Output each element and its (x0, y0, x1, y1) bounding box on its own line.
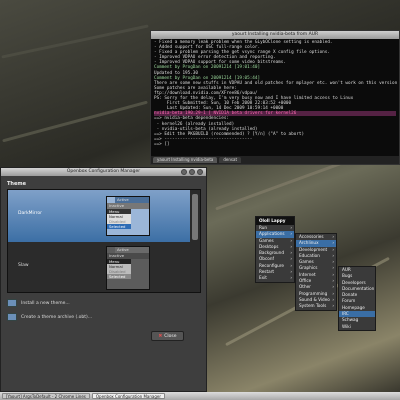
theme-list-scrollbar[interactable] (190, 190, 200, 292)
menu-item-label: Obconf (259, 256, 274, 262)
theme-item-slaw[interactable] (8, 242, 190, 292)
close-window-button[interactable] (197, 169, 203, 175)
create-archive-label: Create a theme archive (.obt)... (21, 314, 93, 320)
menu-item[interactable]: Wiki (339, 324, 375, 330)
menu-item-label: Wiki (342, 323, 351, 329)
menu-item-label: Accessories (299, 234, 324, 239)
taskbar-item[interactable]: Openbox Configuration Manager (91, 393, 165, 399)
menu-item-label: Background (259, 250, 284, 256)
root-menu[interactable]: Ololl Lappy Run › Applications › Games › Deskto… (255, 216, 295, 283)
menu-item-label: Donate (342, 292, 358, 298)
terminal-tab[interactable]: densat (219, 157, 242, 163)
menu-item-label: Reconfigure (259, 262, 284, 268)
menu-item-label: AUR (342, 267, 351, 272)
theme-name: Slaw (18, 263, 29, 268)
menu-item-label: Internet (299, 271, 316, 277)
archive-icon (7, 313, 17, 321)
archlinux-menu[interactable]: AUR Bugs Developers Documentation Donate Foru… (338, 266, 376, 331)
theme-list[interactable]: DarkMirror Slaw Active Inactive Menu Nor… (7, 189, 201, 293)
menu-item-label: Sound & Video (299, 296, 330, 302)
taskbar-item[interactable]: [Yaourt] ArgsToDefault - 2 Chrome Lines (2, 393, 90, 399)
menu-item-label: Homepage (342, 304, 365, 310)
terminal-window[interactable]: yaourt Installing nvidia-beta from AUR -… (150, 30, 400, 165)
minimize-button[interactable] (181, 169, 187, 175)
taskbar: [Yaourt] ArgsToDefault - 2 Chrome Lines … (0, 392, 400, 400)
theme-preview: Active Inactive Menu Normal Disabled Sel… (106, 196, 150, 236)
menu-item-label: Graphics (299, 265, 318, 271)
section-label: Theme (7, 181, 26, 187)
menu-item-label: Documentation (342, 285, 375, 291)
menu-item-label: Games (259, 237, 274, 243)
terminal-title: yaourt Installing nvidia-beta from AUR (231, 32, 319, 37)
menu-item-label: Schwag (342, 317, 359, 323)
terminal-titlebar[interactable]: yaourt Installing nvidia-beta from AUR (151, 31, 399, 39)
menu-item-label: Desktops (259, 243, 279, 249)
terminal-tab[interactable]: yaourt Installing nvidia-beta (153, 157, 218, 163)
menu-item-label: Education (299, 252, 320, 258)
menu-item-label: Bugs (342, 273, 353, 279)
menu-item-label: Run (259, 225, 268, 230)
menu-item-label: Programming (299, 290, 328, 296)
config-titlebar[interactable]: Openbox Configuration Manager (1, 168, 206, 176)
close-icon: ✖ (158, 334, 163, 339)
menu-title: Ololl Lappy (256, 217, 294, 225)
menu-item-label: Developers (342, 279, 366, 285)
install-theme-label: Install a new theme... (21, 300, 70, 306)
maximize-button[interactable] (189, 169, 195, 175)
preview-menu-item: Selected (107, 274, 131, 279)
menu-item-label: IRC (342, 311, 349, 317)
menu-item-label: System Tools (299, 303, 327, 309)
menu-item[interactable]: Exit › (256, 275, 294, 281)
close-label: Close (164, 334, 177, 339)
close-button[interactable]: ✖ Close (151, 331, 184, 341)
theme-preview: Active Inactive Menu Normal Disabled Sel… (106, 246, 150, 290)
menu-item-label: Applications (259, 231, 285, 237)
wallpaper-streak (1, 24, 149, 59)
menu-item-label: Restart (259, 269, 275, 275)
menu-item-label: Archlinux (299, 240, 319, 246)
menu-item-label: Forum (342, 298, 356, 304)
install-icon (7, 299, 17, 307)
menu-item-label: Development (299, 246, 328, 252)
menu-item-label: Other (299, 284, 311, 290)
config-manager-window[interactable]: Openbox Configuration Manager Theme Dark… (0, 167, 207, 392)
config-title: Openbox Configuration Manager (66, 169, 141, 174)
submenu-arrow-icon: › (290, 275, 292, 281)
menu-item-label: Exit (259, 275, 267, 281)
create-archive-button[interactable]: Create a theme archive (.obt)... (7, 311, 92, 323)
terminal-tab-bar: yaourt Installing nvidia-beta densat (151, 156, 399, 164)
terminal-output[interactable]: - Fixed a memory leak problem when the G… (151, 39, 399, 148)
applications-menu[interactable]: Accessories › Archlinux › Development › Educat… (295, 233, 337, 311)
scrollbar-thumb[interactable] (192, 194, 198, 240)
menu-item-label: Games (299, 259, 314, 265)
menu-item[interactable]: System Tools › (296, 303, 336, 309)
submenu-arrow-icon: › (332, 303, 334, 309)
preview-menu-item: Selected (107, 224, 131, 229)
wallpaper-streak (2, 100, 148, 143)
menu-item-label: Office (299, 278, 312, 284)
install-theme-button[interactable]: Install a new theme... (7, 297, 70, 309)
theme-item-darkmirror[interactable] (8, 190, 190, 242)
theme-name: DarkMirror (18, 211, 42, 216)
terminal-line: ==> [] (154, 141, 170, 147)
